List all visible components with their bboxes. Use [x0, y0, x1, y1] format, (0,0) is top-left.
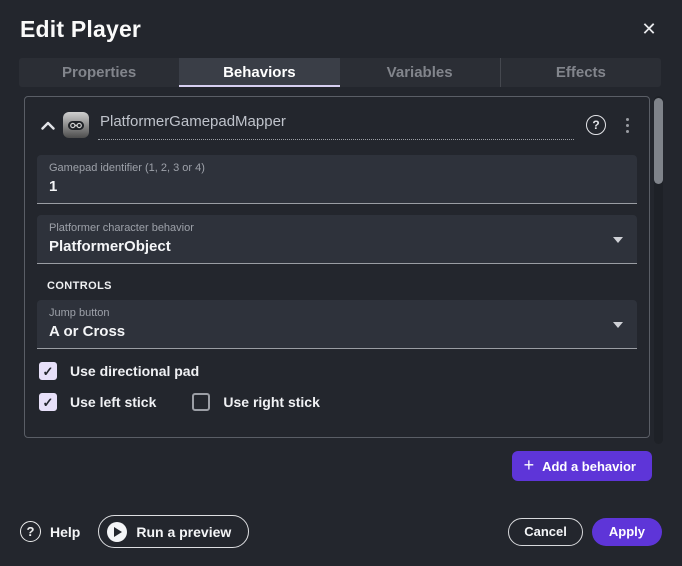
tab-variables[interactable]: Variables	[340, 58, 500, 87]
jump-button-select[interactable]: Jump button A or Cross	[37, 300, 637, 349]
tab-behaviors[interactable]: Behaviors	[179, 58, 339, 87]
use-right-stick-label: Use right stick	[223, 394, 319, 410]
checkmark-icon: ✓	[43, 396, 54, 409]
platformer-behavior-label: Platformer character behavior	[49, 222, 625, 234]
behavior-header: PlatformerGamepadMapper ?	[37, 109, 637, 141]
tab-properties[interactable]: Properties	[19, 58, 179, 87]
run-preview-label: Run a preview	[136, 524, 231, 540]
help-label[interactable]: Help	[50, 524, 80, 540]
behavior-name: PlatformerGamepadMapper	[100, 113, 286, 130]
use-left-stick-checkbox[interactable]: ✓	[39, 393, 57, 411]
jump-button-label: Jump button	[49, 307, 625, 319]
add-behavior-label: Add a behavior	[542, 459, 636, 474]
add-behavior-row: + Add a behavior	[512, 451, 652, 481]
plus-icon: +	[524, 456, 535, 474]
behavior-menu-kebab-icon[interactable]	[620, 114, 635, 137]
jump-button-value: A or Cross	[49, 323, 625, 340]
use-directional-pad-checkbox[interactable]: ✓	[39, 362, 57, 380]
dialog-header: Edit Player ✕	[0, 0, 682, 43]
tab-effects[interactable]: Effects	[500, 58, 661, 87]
platformer-behavior-value: PlatformerObject	[49, 238, 625, 255]
run-preview-button[interactable]: Run a preview	[98, 515, 249, 548]
play-icon	[107, 522, 127, 542]
gamepad-identifier-value: 1	[49, 178, 625, 195]
controls-section-label: CONTROLS	[47, 280, 637, 292]
scrollbar-thumb[interactable]	[654, 98, 663, 184]
apply-button[interactable]: Apply	[592, 518, 662, 546]
use-left-stick-label: Use left stick	[70, 394, 156, 410]
tab-bar: Properties Behaviors Variables Effects	[19, 58, 661, 87]
collapse-chevron-up-icon[interactable]	[37, 114, 59, 136]
dialog-footer: ? Help Run a preview Cancel Apply	[0, 515, 682, 548]
behavior-panel: PlatformerGamepadMapper ? Gamepad identi…	[24, 96, 650, 438]
use-right-stick-checkbox[interactable]: ✓	[192, 393, 210, 411]
checkbox-row-2: ✓ Use left stick ✓ Use right stick	[37, 393, 637, 411]
gamepad-identifier-label: Gamepad identifier (1, 2, 3 or 4)	[49, 162, 625, 174]
behavior-name-field[interactable]: PlatformerGamepadMapper	[98, 111, 574, 140]
behavior-help-icon[interactable]: ?	[586, 115, 606, 135]
help-icon[interactable]: ?	[20, 521, 41, 542]
use-right-stick-option: ✓ Use right stick	[190, 393, 319, 411]
add-behavior-button[interactable]: + Add a behavior	[512, 451, 652, 481]
use-directional-pad-option: ✓ Use directional pad	[37, 362, 199, 380]
gamepad-icon	[63, 112, 89, 138]
page-title: Edit Player	[20, 16, 662, 43]
gamepad-identifier-field[interactable]: Gamepad identifier (1, 2, 3 or 4) 1	[37, 155, 637, 204]
checkbox-row-1: ✓ Use directional pad	[37, 362, 637, 380]
chevron-down-icon	[613, 237, 623, 243]
panel-scrollbar[interactable]	[654, 96, 663, 444]
use-directional-pad-label: Use directional pad	[70, 363, 199, 379]
close-icon[interactable]: ✕	[638, 18, 660, 40]
platformer-behavior-select[interactable]: Platformer character behavior Platformer…	[37, 215, 637, 264]
cancel-button[interactable]: Cancel	[508, 518, 583, 546]
checkmark-icon: ✓	[43, 365, 54, 378]
use-left-stick-option: ✓ Use left stick	[37, 393, 156, 411]
chevron-down-icon	[613, 322, 623, 328]
